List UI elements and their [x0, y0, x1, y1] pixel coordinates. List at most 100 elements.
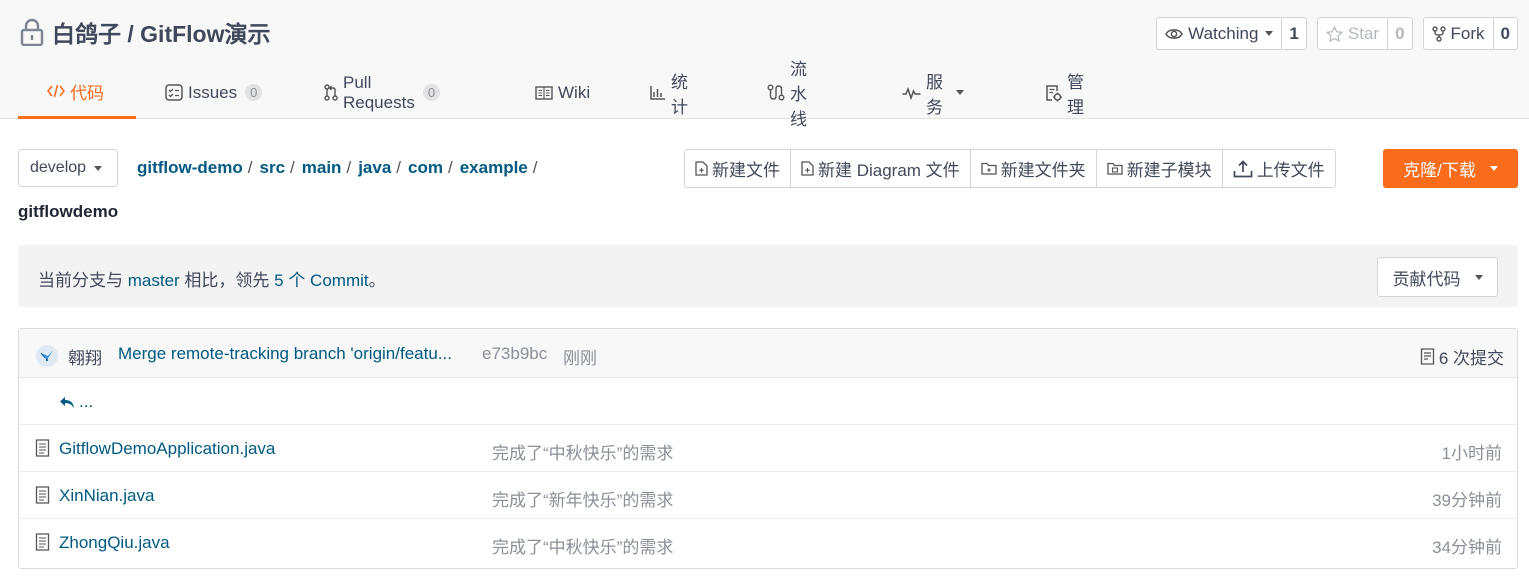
new-submodule-label: 新建子模块 — [1126, 161, 1212, 180]
issues-icon — [165, 84, 183, 101]
tab-pipeline-label: 流水线 — [790, 60, 807, 129]
breadcrumb-separator: / — [290, 158, 295, 177]
watch-count[interactable]: 1 — [1281, 18, 1305, 49]
file-row[interactable]: ZhongQiu.java 完成了“中秋快乐”的需求 34分钟前 — [19, 519, 1517, 566]
contribute-button[interactable]: 贡献代码 — [1377, 257, 1498, 297]
fork-count[interactable]: 0 — [1492, 18, 1517, 49]
tab-stats[interactable]: 统计 — [650, 66, 688, 119]
tab-code-label: 代码 — [70, 83, 104, 103]
fork-label: Fork — [1450, 23, 1485, 43]
watch-button[interactable]: Watching 1 — [1156, 17, 1307, 50]
chevron-down-icon — [1474, 274, 1483, 280]
file-name[interactable]: ZhongQiu.java — [59, 533, 170, 553]
eye-icon — [1165, 28, 1184, 39]
new-file-label: 新建文件 — [712, 161, 780, 180]
repo-header: 白鸽子 / GitFlow演示 Watching 1 Star 0 Fork 0 — [0, 0, 1529, 129]
upload-button[interactable]: 上传文件 — [1221, 150, 1335, 187]
new-file-button[interactable]: 新建文件 — [685, 150, 790, 187]
commit-count[interactable]: 6 次提交 — [1420, 344, 1504, 369]
commit-sha[interactable]: e73b9bc — [482, 344, 547, 364]
breadcrumb-separator: / — [396, 158, 402, 177]
breadcrumb-item[interactable]: java — [358, 158, 391, 178]
repo-name[interactable]: 白鸽子 / GitFlow演示 — [52, 15, 271, 49]
watch-label-wrap[interactable]: Watching — [1157, 18, 1281, 49]
parent-directory-link[interactable]: ... — [59, 392, 93, 412]
fork-label-wrap[interactable]: Fork — [1424, 18, 1493, 49]
tab-issues[interactable]: Issues 0 — [165, 66, 263, 119]
submodule-icon — [1107, 162, 1123, 175]
commits-icon — [1420, 348, 1434, 365]
branch-selector[interactable]: develop — [18, 149, 118, 187]
upload-label: 上传文件 — [1256, 161, 1325, 180]
repo-title: 白鸽子 / GitFlow演示 — [18, 16, 271, 48]
file-list: 翱翔 Merge remote-tracking branch 'origin/… — [18, 328, 1518, 569]
clone-download-button[interactable]: 克隆/下载 — [1383, 149, 1518, 188]
tab-wiki-label: Wiki — [558, 82, 591, 102]
file-commit-time: 34分钟前 — [1432, 538, 1502, 557]
breadcrumb: gitflow-demo / src / main / java / com / exam… — [137, 158, 545, 178]
compare-suffix: 。 — [368, 271, 386, 290]
chevron-down-icon — [956, 90, 964, 95]
avatar[interactable] — [36, 345, 58, 367]
compare-text: 当前分支与 master 相比，领先 5 个 Commit。 — [38, 266, 386, 291]
tab-code[interactable]: 代码 — [18, 66, 136, 119]
tab-manage-label: 管理 — [1067, 72, 1084, 117]
file-row[interactable]: XinNian.java 完成了“新年快乐”的需求 39分钟前 — [19, 472, 1517, 519]
star-label-wrap[interactable]: Star — [1318, 18, 1387, 49]
file-actions: 新建文件 新建 Diagram 文件 新建文件夹 新建子模块 上传文件 — [684, 149, 1336, 188]
new-submodule-button[interactable]: 新建子模块 — [1095, 150, 1222, 187]
contribute-label: 贡献代码 — [1392, 269, 1461, 289]
file-name[interactable]: GitflowDemoApplication.java — [59, 439, 275, 459]
new-file-icon — [695, 161, 708, 176]
folder-icon — [981, 162, 997, 175]
tab-manage[interactable]: 管理 — [1045, 66, 1084, 119]
fork-button[interactable]: Fork 0 — [1422, 17, 1518, 50]
breadcrumb-item[interactable]: src — [260, 158, 286, 178]
file-row[interactable]: GitflowDemoApplication.java 完成了“中秋快乐”的需求… — [19, 425, 1517, 472]
star-icon — [1325, 25, 1343, 42]
breadcrumb-item[interactable]: gitflow-demo — [137, 158, 243, 178]
book-icon — [535, 85, 553, 100]
breadcrumb-separator: / — [532, 158, 538, 177]
compare-base-branch[interactable]: master — [128, 271, 180, 290]
star-count[interactable]: 0 — [1387, 18, 1411, 49]
tab-pull-requests[interactable]: Pull Requests 0 — [324, 66, 441, 119]
clone-download-label: 克隆/下载 — [1403, 161, 1476, 180]
pull-request-icon — [324, 84, 338, 101]
file-commit-message[interactable]: 完成了“新年快乐”的需求 — [492, 486, 673, 511]
commit-author[interactable]: 翱翔 — [68, 344, 102, 369]
reply-arrow-icon — [60, 396, 74, 408]
file-name[interactable]: XinNian.java — [59, 486, 154, 506]
code-icon — [47, 84, 65, 98]
breadcrumb-item[interactable]: example — [460, 158, 528, 178]
branch-compare-notice: 当前分支与 master 相比，领先 5 个 Commit。 贡献代码 — [18, 245, 1518, 307]
file-commit-message[interactable]: 完成了“中秋快乐”的需求 — [492, 533, 673, 558]
tab-services-label: 服务 — [926, 72, 943, 117]
compare-prefix: 当前分支与 — [38, 271, 128, 290]
tab-pipeline[interactable]: 流水线 — [767, 60, 807, 129]
bar-chart-icon — [650, 86, 665, 100]
branch-name: develop — [30, 159, 87, 176]
chevron-down-icon — [1265, 31, 1274, 36]
fork-icon — [1431, 25, 1446, 42]
breadcrumb-item[interactable]: main — [302, 158, 342, 178]
chevron-down-icon — [94, 165, 103, 171]
tab-issues-label: Issues — [188, 82, 238, 102]
tab-stats-label: 统计 — [671, 72, 688, 117]
tab-wiki[interactable]: Wiki — [535, 66, 590, 119]
breadcrumb-separator: / — [346, 158, 352, 177]
parent-directory-row[interactable]: ... — [19, 378, 1517, 425]
new-folder-button[interactable]: 新建文件夹 — [969, 150, 1096, 187]
commit-message[interactable]: Merge remote-tracking branch 'origin/fea… — [118, 344, 452, 364]
breadcrumb-item[interactable]: com — [408, 158, 443, 178]
chevron-down-icon — [1489, 166, 1498, 171]
pipeline-icon — [767, 84, 785, 101]
file-icon — [35, 439, 50, 457]
file-commit-message[interactable]: 完成了“中秋快乐”的需求 — [492, 439, 673, 464]
new-diagram-button[interactable]: 新建 Diagram 文件 — [790, 150, 970, 187]
tab-services[interactable]: 服务 — [902, 66, 964, 119]
star-button[interactable]: Star 0 — [1316, 17, 1413, 50]
breadcrumb-current: gitflowdemo — [18, 202, 119, 221]
compare-ahead-commits[interactable]: 5 个 Commit — [274, 271, 368, 290]
compare-middle: 相比，领先 — [179, 271, 275, 290]
